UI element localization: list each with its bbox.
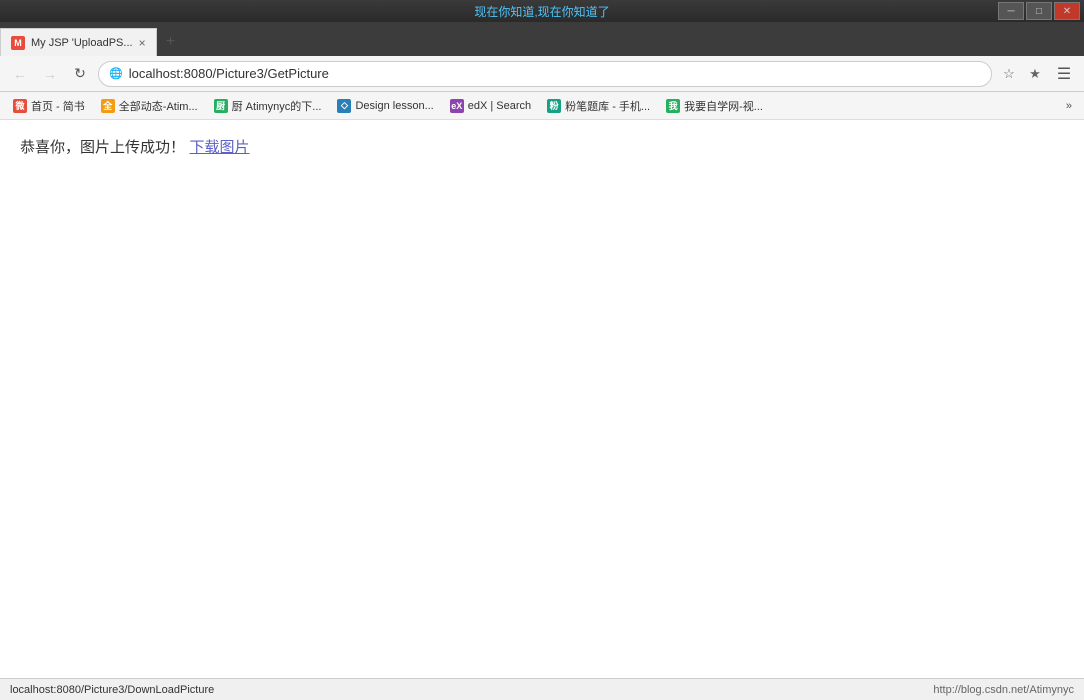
browser-window: 现在你知道,现在你知道了 ─ □ ✕ M My JSP 'UploadPS...…	[0, 0, 1084, 700]
status-bar: localhost:8080/Picture3/DownLoadPicture …	[0, 678, 1084, 700]
bookmark-star-button[interactable]: ☆	[998, 63, 1020, 85]
page-icon: 🌐	[109, 67, 123, 80]
bookmark-icon-4: eX	[450, 99, 464, 113]
close-button[interactable]: ✕	[1054, 2, 1080, 20]
page-content: 恭喜你，图片上传成功！ 下载图片	[0, 120, 1084, 678]
bookmark-label-3: Design lesson...	[355, 100, 433, 112]
tab-close-button[interactable]: ×	[139, 37, 146, 49]
success-message: 恭喜你，图片上传成功！	[20, 139, 185, 156]
maximize-button[interactable]: □	[1026, 2, 1052, 20]
bookmark-icon-2: 厨	[214, 99, 228, 113]
address-text: localhost:8080/Picture3/GetPicture	[129, 66, 981, 81]
bookmark-item-6[interactable]: 我 我要自学网-视...	[659, 95, 770, 117]
address-actions: ☆ ★	[998, 63, 1046, 85]
bookmark-label-6: 我要自学网-视...	[684, 98, 763, 114]
address-input-wrap[interactable]: 🌐 localhost:8080/Picture3/GetPicture	[98, 61, 992, 87]
status-url: localhost:8080/Picture3/DownLoadPicture	[10, 684, 214, 696]
bookmark-item-0[interactable]: 微 首页 - 简书	[6, 95, 92, 117]
bookmark-icon-3: ◇	[337, 99, 351, 113]
active-tab[interactable]: M My JSP 'UploadPS... ×	[0, 28, 157, 56]
minimize-button[interactable]: ─	[998, 2, 1024, 20]
bookmark-label-0: 首页 - 简书	[31, 98, 85, 114]
top-bar: 现在你知道,现在你知道了 ─ □ ✕	[0, 0, 1084, 22]
reload-button[interactable]: ↻	[68, 62, 92, 86]
bookmark-icon-1: 全	[101, 99, 115, 113]
bookmark-label-4: edX | Search	[468, 100, 531, 112]
bookmark-item-5[interactable]: 粉 粉笔题库 - 手机...	[540, 95, 657, 117]
bookmark-item-1[interactable]: 全 全部动态-Atim...	[94, 95, 205, 117]
tab-bar: M My JSP 'UploadPS... × +	[0, 22, 1084, 56]
bookmark-list-button[interactable]: ★	[1024, 63, 1046, 85]
address-bar: ← → ↻ 🌐 localhost:8080/Picture3/GetPictu…	[0, 56, 1084, 92]
bookmark-icon-5: 粉	[547, 99, 561, 113]
bookmark-label-5: 粉笔题库 - 手机...	[565, 98, 650, 114]
bookmark-label-2: 厨 Atimynyc的下...	[232, 98, 322, 114]
bookmarks-more-button[interactable]: »	[1060, 98, 1078, 114]
bookmarks-bar: 微 首页 - 简书 全 全部动态-Atim... 厨 厨 Atimynyc的下.…	[0, 92, 1084, 120]
tab-favicon: M	[11, 36, 25, 50]
forward-button[interactable]: →	[38, 62, 62, 86]
status-right-text: http://blog.csdn.net/Atimynyc	[933, 684, 1074, 696]
top-bar-title: 现在你知道,现在你知道了	[474, 3, 609, 20]
bookmark-icon-6: 我	[666, 99, 680, 113]
bookmark-label-1: 全部动态-Atim...	[119, 98, 198, 114]
bookmark-item-2[interactable]: 厨 厨 Atimynyc的下...	[207, 95, 329, 117]
window-controls: ─ □ ✕	[998, 2, 1080, 20]
chrome-menu-button[interactable]: ☰	[1052, 62, 1076, 86]
bookmark-icon-0: 微	[13, 99, 27, 113]
bookmark-item-3[interactable]: ◇ Design lesson...	[330, 95, 440, 117]
new-tab-button[interactable]: +	[157, 28, 185, 56]
tab-label: My JSP 'UploadPS...	[31, 37, 133, 49]
bookmark-item-4[interactable]: eX edX | Search	[443, 95, 538, 117]
back-button[interactable]: ←	[8, 62, 32, 86]
download-link[interactable]: 下载图片	[189, 139, 249, 156]
